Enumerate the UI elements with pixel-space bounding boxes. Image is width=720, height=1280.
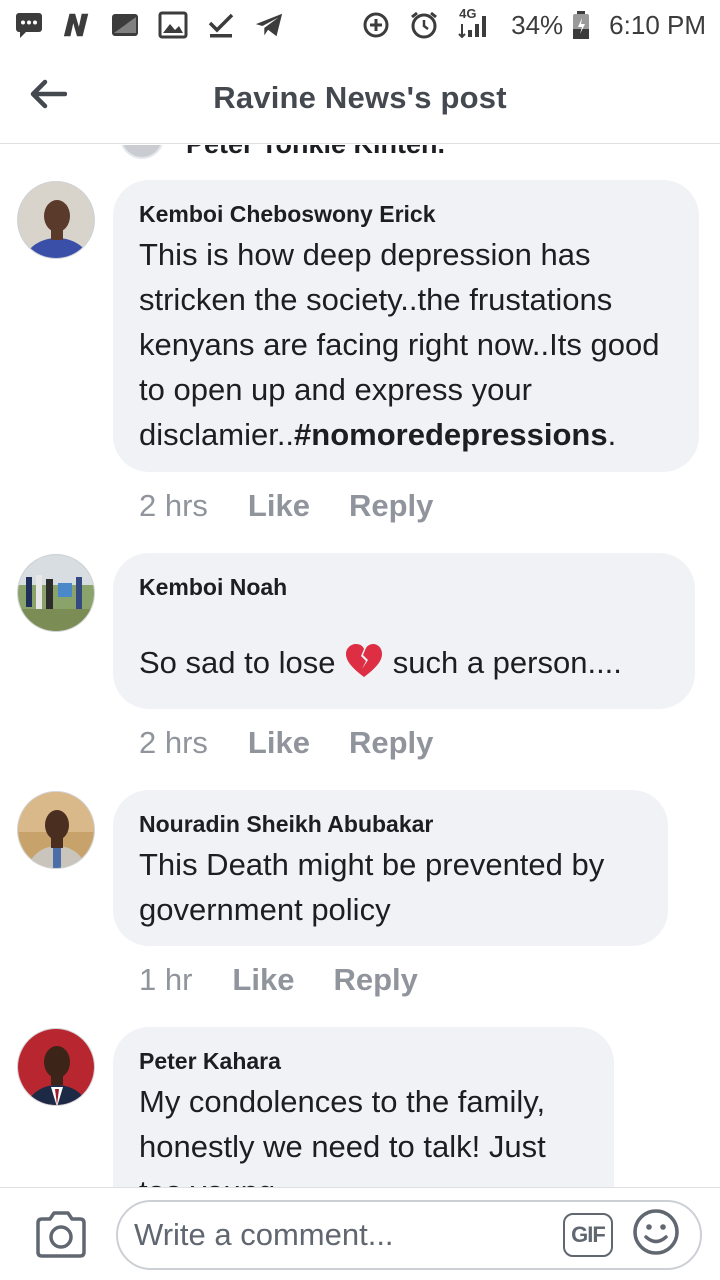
comment-composer: GIF: [0, 1187, 720, 1280]
comment-author-clipped[interactable]: Peter Tonkie Kinten.: [186, 145, 445, 160]
emoji-icon: [633, 1209, 679, 1255]
comment-bubble[interactable]: Peter Kahara My condolences to the famil…: [113, 1027, 614, 1187]
download-done-icon: [206, 10, 236, 40]
comment-input[interactable]: [116, 1200, 702, 1270]
broken-heart-icon: [344, 643, 384, 679]
camera-icon: [36, 1211, 86, 1258]
post-header: Ravine News's post: [0, 50, 720, 144]
reply-button[interactable]: Reply: [349, 725, 433, 761]
comment-timestamp[interactable]: 2 hrs: [139, 488, 208, 524]
comment-author[interactable]: Kemboi Cheboswony Erick: [139, 200, 673, 228]
photos-icon: [110, 10, 140, 40]
alarm-icon: [409, 10, 439, 40]
emoji-button[interactable]: [632, 1208, 680, 1256]
data-saver-icon: [361, 10, 391, 40]
avatar[interactable]: [17, 554, 95, 632]
comment-bubble[interactable]: Kemboi Cheboswony Erick This is how deep…: [113, 180, 699, 472]
network-type-label: 4G: [459, 6, 477, 21]
comment-bubble[interactable]: Nouradin Sheikh Abubakar This Death migh…: [113, 790, 668, 946]
page-title: Ravine News's post: [213, 80, 507, 115]
comment-author[interactable]: Peter Kahara: [139, 1047, 588, 1075]
comment-author[interactable]: Kemboi Noah: [139, 573, 669, 601]
comment-actions: 1 hr Like Reply: [139, 962, 457, 998]
comment-actions: 2 hrs Like Reply: [139, 488, 472, 524]
news-icon: [62, 10, 92, 40]
telegram-icon: [254, 10, 284, 40]
battery-icon: [571, 10, 591, 40]
comments-feed[interactable]: Peter Tonkie Kinten. Kemboi Cheboswony E…: [0, 145, 720, 1187]
gif-button[interactable]: GIF: [563, 1213, 613, 1257]
gallery-icon: [158, 10, 188, 40]
comment-timestamp[interactable]: 1 hr: [139, 962, 192, 998]
hashtag-link[interactable]: #nomoredepressions: [294, 417, 608, 452]
like-button[interactable]: Like: [248, 488, 310, 524]
signal-icon: 4G: [457, 6, 493, 40]
avatar[interactable]: [17, 181, 95, 259]
avatar[interactable]: [17, 1028, 95, 1106]
reply-button[interactable]: Reply: [333, 962, 417, 998]
status-bar: 4G 34% 6:10 PM: [0, 0, 720, 50]
camera-button[interactable]: [34, 1210, 88, 1260]
comment-text: So sad to lose such a person....: [139, 643, 622, 680]
comment-text: This Death might be prevented by governm…: [139, 847, 605, 927]
messages-icon: [14, 10, 44, 40]
comment-bubble[interactable]: Kemboi Noah So sad to lose such a person…: [113, 553, 695, 709]
avatar[interactable]: [17, 791, 95, 869]
reply-button[interactable]: Reply: [349, 488, 433, 524]
comment-actions: 2 hrs Like Reply: [139, 725, 472, 761]
comment-author[interactable]: Nouradin Sheikh Abubakar: [139, 810, 642, 838]
battery-percent: 34%: [511, 9, 564, 40]
avatar[interactable]: [120, 145, 164, 159]
comment-text: This is how deep depression has stricken…: [139, 237, 660, 452]
clock-time: 6:10 PM: [609, 9, 706, 40]
like-button[interactable]: Like: [232, 962, 294, 998]
comment-timestamp[interactable]: 2 hrs: [139, 725, 208, 761]
comment-text: My condolences to the family, honestly w…: [139, 1084, 546, 1187]
like-button[interactable]: Like: [248, 725, 310, 761]
